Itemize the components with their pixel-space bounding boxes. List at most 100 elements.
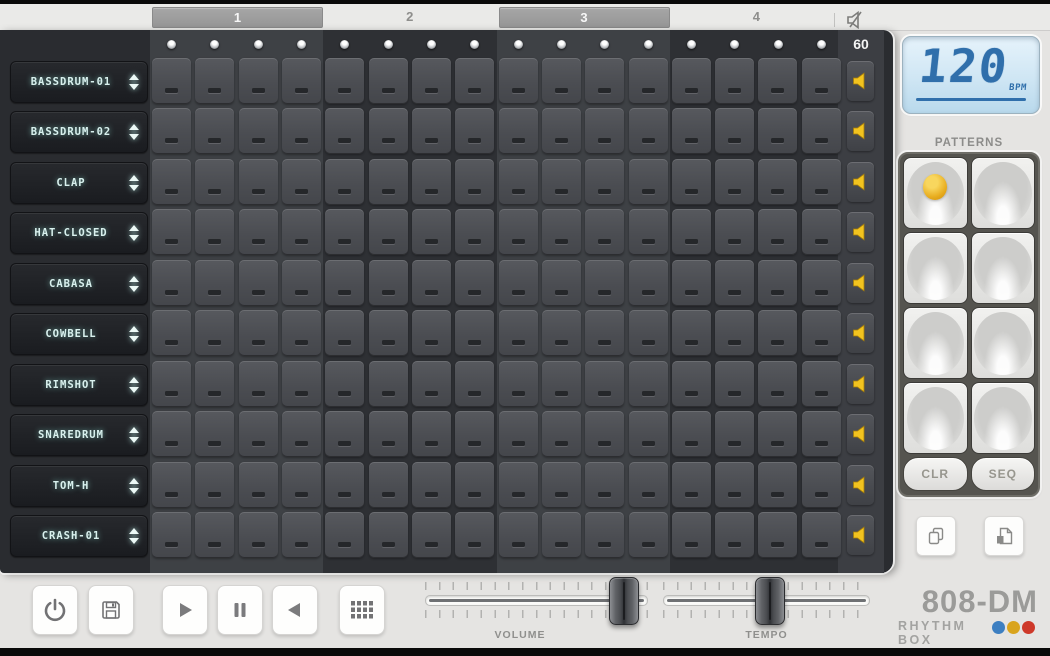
step-cell[interactable] (629, 209, 668, 255)
step-cell[interactable] (195, 310, 234, 356)
step-cell[interactable] (499, 108, 538, 154)
step-cell[interactable] (585, 361, 624, 407)
step-cell[interactable] (629, 310, 668, 356)
step-cell[interactable] (412, 209, 451, 255)
step-cell[interactable] (152, 512, 191, 558)
step-cell[interactable] (239, 159, 278, 205)
step-cell[interactable] (542, 108, 581, 154)
step-cell[interactable] (239, 462, 278, 508)
grid-view-button[interactable] (339, 585, 385, 635)
step-cell[interactable] (412, 108, 451, 154)
row-mute-button[interactable] (847, 313, 874, 353)
step-cell[interactable] (715, 58, 754, 104)
step-cell[interactable] (412, 411, 451, 457)
step-cell[interactable] (369, 209, 408, 255)
step-cell[interactable] (239, 260, 278, 306)
step-cell[interactable] (412, 260, 451, 306)
step-cell[interactable] (672, 108, 711, 154)
step-cell[interactable] (325, 462, 364, 508)
instrument-selector[interactable]: CRASH-01 (10, 515, 148, 557)
step-cell[interactable] (455, 411, 494, 457)
row-mute-button[interactable] (847, 465, 874, 505)
paste-button[interactable] (984, 516, 1024, 556)
step-cell[interactable] (325, 361, 364, 407)
step-cell[interactable] (802, 108, 841, 154)
pause-button[interactable] (217, 585, 263, 635)
step-cell[interactable] (455, 260, 494, 306)
tempo-handle[interactable] (755, 577, 785, 625)
step-cell[interactable] (412, 462, 451, 508)
step-cell[interactable] (455, 310, 494, 356)
step-cell[interactable] (325, 260, 364, 306)
step-cell[interactable] (455, 462, 494, 508)
power-button[interactable] (32, 585, 78, 635)
step-cell[interactable] (325, 310, 364, 356)
step-cell[interactable] (629, 462, 668, 508)
step-cell[interactable] (542, 310, 581, 356)
page-indicator-3[interactable]: 3 (499, 7, 670, 28)
step-cell[interactable] (499, 411, 538, 457)
step-cell[interactable] (758, 159, 797, 205)
pattern-pad-3[interactable] (903, 232, 968, 304)
step-cell[interactable] (325, 512, 364, 558)
step-cell[interactable] (802, 512, 841, 558)
step-cell[interactable] (715, 411, 754, 457)
page-indicator-4[interactable]: 4 (670, 4, 843, 30)
step-cell[interactable] (802, 159, 841, 205)
step-cell[interactable] (672, 411, 711, 457)
save-button[interactable] (88, 585, 134, 635)
pattern-pad-7[interactable] (903, 382, 968, 454)
step-cell[interactable] (325, 209, 364, 255)
step-cell[interactable] (542, 58, 581, 104)
step-cell[interactable] (195, 361, 234, 407)
step-cell[interactable] (715, 512, 754, 558)
row-mute-button[interactable] (847, 515, 874, 555)
step-cell[interactable] (369, 58, 408, 104)
instrument-selector[interactable]: CABASA (10, 263, 148, 305)
step-cell[interactable] (542, 411, 581, 457)
step-cell[interactable] (455, 58, 494, 104)
step-cell[interactable] (325, 411, 364, 457)
step-cell[interactable] (152, 411, 191, 457)
step-cell[interactable] (802, 58, 841, 104)
step-cell[interactable] (802, 310, 841, 356)
step-cell[interactable] (542, 209, 581, 255)
pattern-pad-4[interactable] (971, 232, 1036, 304)
row-mute-button[interactable] (847, 61, 874, 101)
step-cell[interactable] (195, 411, 234, 457)
step-cell[interactable] (369, 108, 408, 154)
step-cell[interactable] (455, 209, 494, 255)
step-cell[interactable] (802, 411, 841, 457)
row-mute-button[interactable] (847, 212, 874, 252)
step-cell[interactable] (672, 209, 711, 255)
step-cell[interactable] (239, 411, 278, 457)
pattern-pad-2[interactable] (971, 157, 1036, 229)
step-cell[interactable] (369, 512, 408, 558)
step-cell[interactable] (195, 209, 234, 255)
mute-all-icon[interactable] (845, 10, 867, 30)
step-cell[interactable] (629, 260, 668, 306)
step-cell[interactable] (499, 512, 538, 558)
instrument-selector[interactable]: BASSDRUM-02 (10, 111, 148, 153)
step-cell[interactable] (412, 361, 451, 407)
step-cell[interactable] (369, 411, 408, 457)
step-cell[interactable] (758, 58, 797, 104)
step-cell[interactable] (585, 58, 624, 104)
clr-button[interactable]: CLR (903, 457, 968, 491)
step-cell[interactable] (585, 159, 624, 205)
step-cell[interactable] (152, 108, 191, 154)
copy-button[interactable] (916, 516, 956, 556)
step-cell[interactable] (455, 361, 494, 407)
step-cell[interactable] (152, 462, 191, 508)
step-cell[interactable] (585, 411, 624, 457)
step-cell[interactable] (542, 512, 581, 558)
instrument-selector[interactable]: COWBELL (10, 313, 148, 355)
step-cell[interactable] (758, 411, 797, 457)
step-cell[interactable] (152, 310, 191, 356)
step-cell[interactable] (152, 361, 191, 407)
step-cell[interactable] (282, 361, 321, 407)
step-cell[interactable] (542, 462, 581, 508)
row-mute-button[interactable] (847, 263, 874, 303)
row-mute-button[interactable] (847, 162, 874, 202)
step-cell[interactable] (499, 159, 538, 205)
